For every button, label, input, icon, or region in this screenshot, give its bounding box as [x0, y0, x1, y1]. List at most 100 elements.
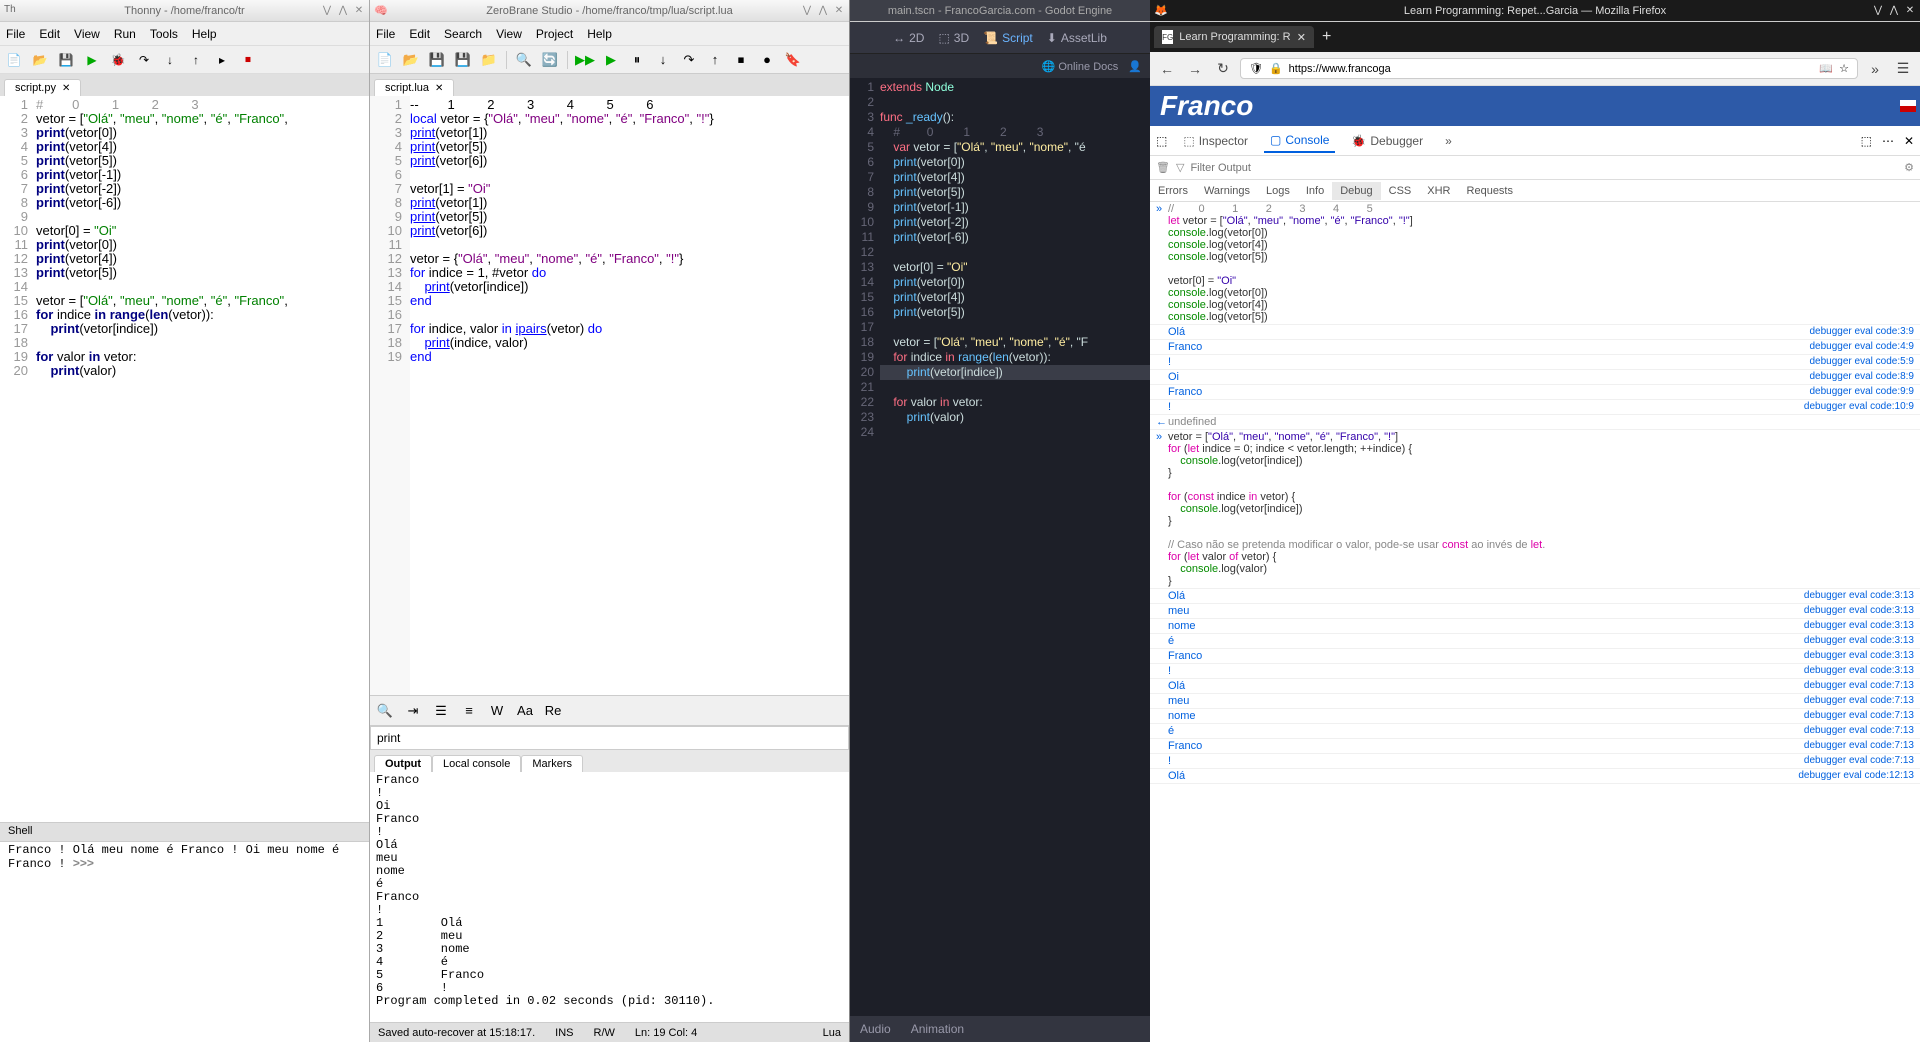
menu-tools[interactable]: Tools	[150, 27, 178, 41]
menu-view[interactable]: View	[496, 27, 522, 41]
menu-view[interactable]: View	[74, 27, 100, 41]
tab-inspector[interactable]: ⬚ Inspector	[1177, 130, 1254, 152]
save-icon[interactable]: 💾	[426, 49, 448, 71]
find-input[interactable]	[370, 726, 849, 750]
cat-info[interactable]: Info	[1298, 182, 1332, 200]
tab-close-icon[interactable]: ✕	[435, 83, 443, 94]
open-file-icon[interactable]: 📂	[30, 50, 50, 70]
cat-xhr[interactable]: XHR	[1419, 182, 1458, 200]
find-icon[interactable]: 🔍	[513, 49, 535, 71]
step-over-icon[interactable]: ↷	[678, 49, 700, 71]
audio-tab[interactable]: Audio	[860, 1022, 891, 1036]
code-area[interactable]: # 0 1 2 3 vetor = ["Olá", "meu", "nome",…	[36, 96, 369, 822]
tab-local-console[interactable]: Local console	[432, 755, 521, 772]
whole-word-button[interactable]: W	[486, 700, 508, 722]
step-out-icon[interactable]: ↑	[704, 49, 726, 71]
editor-tab[interactable]: script.py ✕	[4, 79, 81, 96]
minimize-icon[interactable]: ⋁	[1872, 5, 1884, 17]
tab-more-icon[interactable]: »	[1439, 130, 1458, 152]
tab-markers[interactable]: Markers	[521, 755, 583, 772]
close-icon[interactable]: ✕	[1904, 5, 1916, 17]
devtools-close-icon[interactable]: ✕	[1904, 134, 1914, 148]
maximize-icon[interactable]: ⋀	[1888, 5, 1900, 17]
close-icon[interactable]: ✕	[353, 5, 365, 17]
replace-icon[interactable]: 🔄	[539, 49, 561, 71]
flag-icon[interactable]	[1900, 100, 1916, 112]
console-output[interactable]: »// 0 1 2 3 4 5 let vetor = ["Olá", "meu…	[1150, 202, 1920, 1042]
url-input[interactable]: 🛡 🔒 https://www.francoga 📖 ☆	[1240, 58, 1858, 79]
menu-help[interactable]: Help	[192, 27, 217, 41]
browser-tab[interactable]: FG Learn Programming: Repetit ✕	[1154, 26, 1314, 48]
list-icon[interactable]: ☰	[430, 700, 452, 722]
save-icon[interactable]: 💾	[56, 50, 76, 70]
minimize-icon[interactable]: ⋁	[321, 5, 333, 17]
start-debug-icon[interactable]: ▶	[600, 49, 622, 71]
step-over-icon[interactable]: ↷	[134, 50, 154, 70]
thonny-editor[interactable]: 1234567891011121314151617181920 # 0 1 2 …	[0, 96, 369, 822]
menu-help[interactable]: Help	[587, 27, 612, 41]
code-area[interactable]: -- 1 2 3 4 5 6 local vetor = {"Olá", "me…	[410, 96, 849, 695]
stop-icon[interactable]: ⏹	[238, 50, 258, 70]
break-icon[interactable]: ⏸	[626, 49, 648, 71]
overflow-icon[interactable]: »	[1864, 58, 1886, 80]
menu-project[interactable]: Project	[536, 27, 573, 41]
menu-edit[interactable]: Edit	[39, 27, 60, 41]
editor-tab[interactable]: script.lua ✕	[374, 79, 454, 96]
view-2d-button[interactable]: ↔ 2D	[893, 31, 924, 45]
devtools-dock-icon[interactable]: ⬚	[1861, 134, 1872, 148]
thonny-shell[interactable]: Franco ! Olá meu nome é Franco ! Oi meu …	[0, 842, 369, 1042]
tab-debugger[interactable]: 🐞 Debugger	[1345, 130, 1429, 152]
new-file-icon[interactable]: 📄	[374, 49, 396, 71]
bookmark-icon[interactable]: ☆	[1839, 62, 1849, 75]
cat-css[interactable]: CSS	[1381, 182, 1420, 200]
tab-output[interactable]: Output	[374, 755, 432, 772]
menu-file[interactable]: File	[376, 27, 395, 41]
online-docs-link[interactable]: 🌐 Online Docs	[1042, 60, 1119, 73]
view-script-button[interactable]: 📜 Script	[983, 31, 1033, 45]
forward-icon[interactable]: →	[1184, 58, 1206, 80]
new-file-icon[interactable]: 📄	[4, 50, 24, 70]
view-assetlib-button[interactable]: ⬇ AssetLib	[1047, 31, 1107, 45]
maximize-icon[interactable]: ⋀	[337, 5, 349, 17]
reader-icon[interactable]: 📖	[1819, 62, 1833, 75]
project-icon[interactable]: 📁	[478, 49, 500, 71]
zerobrane-editor[interactable]: 12345678910111213141516171819 -- 1 2 3 4…	[370, 96, 849, 695]
step-into-icon[interactable]: ↓	[652, 49, 674, 71]
code-area[interactable]: extends Node func _ready(): # 0 1 2 3 va…	[880, 78, 1150, 1016]
devtools-more-icon[interactable]: ⋯	[1882, 134, 1894, 148]
save-all-icon[interactable]: 💾	[452, 49, 474, 71]
tree-icon[interactable]: ≡	[458, 700, 480, 722]
minimize-icon[interactable]: ⋁	[801, 5, 813, 17]
cat-requests[interactable]: Requests	[1459, 182, 1521, 200]
bookmark-icon[interactable]: 🔖	[782, 49, 804, 71]
new-tab-icon[interactable]: +	[1322, 28, 1331, 46]
menu-file[interactable]: File	[6, 27, 25, 41]
run-icon[interactable]: ▶▶	[574, 49, 596, 71]
debug-icon[interactable]: 🐞	[108, 50, 128, 70]
tab-console[interactable]: ▢ Console	[1264, 129, 1335, 153]
open-file-icon[interactable]: 📂	[400, 49, 422, 71]
toggle-breakpoint-icon[interactable]: ●	[756, 49, 778, 71]
menu-icon[interactable]: ☰	[1892, 58, 1914, 80]
menu-search[interactable]: Search	[444, 27, 482, 41]
regex-button[interactable]: Re	[542, 700, 564, 722]
shield-icon[interactable]: 🛡	[1249, 62, 1263, 75]
tab-close-icon[interactable]: ✕	[1297, 31, 1306, 44]
search-docs-icon[interactable]: 👤	[1128, 60, 1142, 73]
case-button[interactable]: Aa	[514, 700, 536, 722]
animation-tab[interactable]: Animation	[911, 1022, 964, 1036]
output-panel[interactable]: Franco ! Oi Franco ! Olá meu nome é Fran…	[370, 772, 849, 1022]
cat-warnings[interactable]: Warnings	[1196, 182, 1258, 200]
trash-icon[interactable]: 🗑	[1156, 161, 1170, 174]
maximize-icon[interactable]: ⋀	[817, 5, 829, 17]
reload-icon[interactable]: ↻	[1212, 58, 1234, 80]
cat-debug[interactable]: Debug	[1332, 182, 1380, 200]
inspect-icon[interactable]: ⬚	[1156, 134, 1167, 148]
godot-editor[interactable]: 123456789101112131415161718192021222324 …	[850, 78, 1150, 1016]
tab-close-icon[interactable]: ✕	[62, 83, 70, 94]
cat-logs[interactable]: Logs	[1258, 182, 1298, 200]
back-icon[interactable]: ←	[1156, 58, 1178, 80]
settings-icon[interactable]: ⚙	[1904, 161, 1914, 174]
cat-errors[interactable]: Errors	[1150, 182, 1196, 200]
close-icon[interactable]: ✕	[833, 5, 845, 17]
